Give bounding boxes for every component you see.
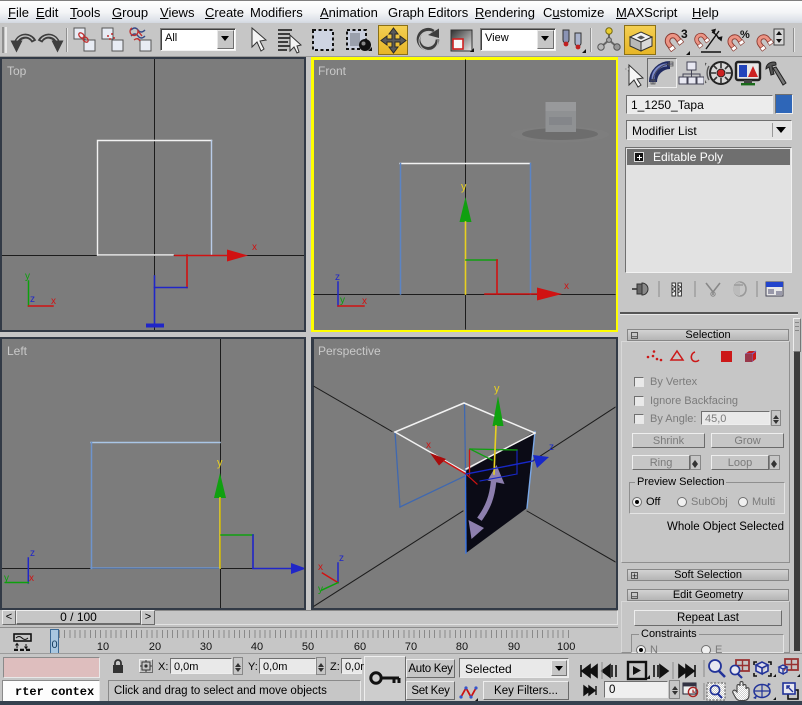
svg-text:x: x (564, 281, 569, 292)
svg-text:x: x (362, 296, 367, 307)
svg-text:y: y (4, 573, 9, 584)
svg-text:y: y (494, 383, 500, 395)
svg-text:z: z (30, 294, 35, 305)
svg-text:x: x (426, 440, 431, 451)
svg-text:z: z (549, 442, 554, 453)
svg-text:y: y (318, 584, 323, 595)
svg-text:y: y (25, 271, 30, 282)
svg-text:x: x (29, 573, 34, 584)
svg-text:y: y (461, 181, 467, 193)
svg-text:x: x (51, 296, 56, 307)
svg-text:z: z (339, 553, 344, 564)
svg-text:y: y (217, 457, 223, 469)
svg-text:x: x (252, 242, 257, 253)
svg-text:z: z (30, 548, 35, 559)
svg-text:3: 3 (681, 27, 688, 41)
svg-text:y: y (340, 295, 345, 306)
svg-text:x: x (318, 562, 323, 573)
svg-text:%: % (740, 29, 750, 41)
svg-text:z: z (335, 272, 340, 283)
